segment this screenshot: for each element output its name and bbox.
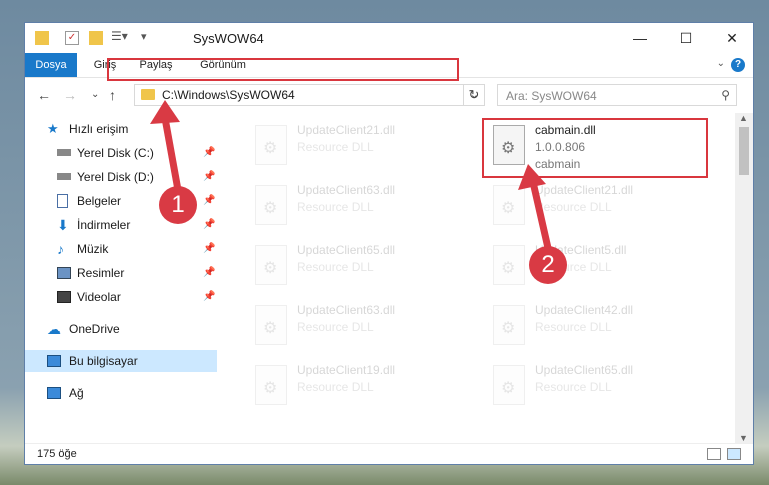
step-badge-2: 2 bbox=[529, 246, 567, 284]
arrow-1 bbox=[161, 117, 182, 191]
arrow-2 bbox=[529, 181, 552, 249]
arrow-1-head bbox=[150, 100, 180, 124]
annotation-arrows bbox=[150, 100, 552, 249]
step-badge-1: 1 bbox=[159, 186, 197, 224]
arrow-2-head bbox=[518, 164, 546, 190]
